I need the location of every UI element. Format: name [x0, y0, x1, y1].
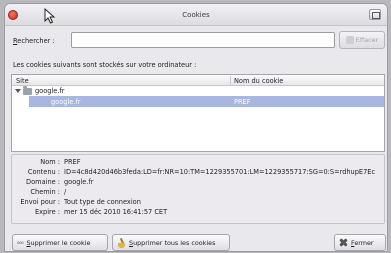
title-bar: Cookies: [5, 4, 387, 26]
close-label: Fermer: [351, 238, 374, 247]
tree-header: Site Nom du cookie: [12, 75, 384, 86]
detail-send-value: Tout type de connexion: [64, 198, 141, 206]
clear-search-button[interactable]: Effacer: [339, 31, 385, 49]
mouse-cursor-icon: [44, 8, 56, 24]
expander-icon[interactable]: [15, 89, 21, 93]
detail-expires-key: Expire :: [34, 208, 60, 216]
domain-label: google.fr: [35, 87, 65, 95]
clear-label: Effacer: [355, 36, 379, 44]
detail-send-key: Envoi pour :: [20, 198, 60, 206]
column-cookie-name[interactable]: Nom du cookie: [234, 77, 283, 85]
cookie-site: google.fr: [51, 98, 81, 106]
detail-path-value: /: [64, 188, 67, 196]
detail-content-value: ID=4c8d420d46b3feda:LD=fr:NR=10:TM=12293…: [64, 168, 376, 176]
cookie-tree[interactable]: Site Nom du cookie google.fr google.fr P…: [11, 74, 385, 152]
detail-name-key: Nom :: [40, 158, 60, 166]
remove-cookie-button[interactable]: ooo Supprimer le cookie: [12, 234, 108, 251]
detail-domain-value: google.fr: [64, 178, 94, 186]
remove-all-cookies-button[interactable]: Supprimer tous les cookies: [112, 234, 230, 251]
detail-expires-value: mer 15 déc 2010 16:41:57 CET: [64, 208, 168, 216]
remove-all-label: Supprimer tous les cookies: [129, 238, 216, 247]
cookies-description: Les cookies suivants sont stockés sur vo…: [13, 61, 197, 69]
search-input[interactable]: [71, 32, 335, 48]
cookie-details: Nom : PREF Contenu : ID=4c8d420d46b3feda:L…: [11, 154, 385, 224]
detail-name-value: PREF: [64, 158, 81, 166]
folder-icon: [23, 86, 32, 95]
cookie-icon: ooo: [17, 240, 24, 245]
close-button[interactable]: Fermer: [334, 234, 386, 251]
column-separator: [230, 76, 231, 85]
detail-content-key: Contenu :: [27, 168, 60, 176]
broom-icon: [117, 238, 126, 248]
close-icon: [339, 238, 348, 247]
search-label: Rechercher :: [13, 37, 55, 45]
maximize-icon[interactable]: [369, 9, 381, 20]
tree-row-cookie-selected[interactable]: google.fr PREF: [29, 96, 384, 107]
cookie-name: PREF: [234, 98, 251, 106]
window-title: Cookies: [182, 11, 210, 19]
clear-icon: [345, 36, 354, 44]
detail-path-key: Chemin :: [30, 188, 60, 196]
cookies-window: Cookies Rechercher : Effacer Les cookies…: [4, 3, 388, 252]
column-site[interactable]: Site: [16, 77, 29, 85]
remove-cookie-label: Supprimer le cookie: [26, 238, 91, 247]
detail-domain-key: Domaine :: [26, 178, 60, 186]
tree-row-domain[interactable]: google.fr: [12, 86, 384, 96]
